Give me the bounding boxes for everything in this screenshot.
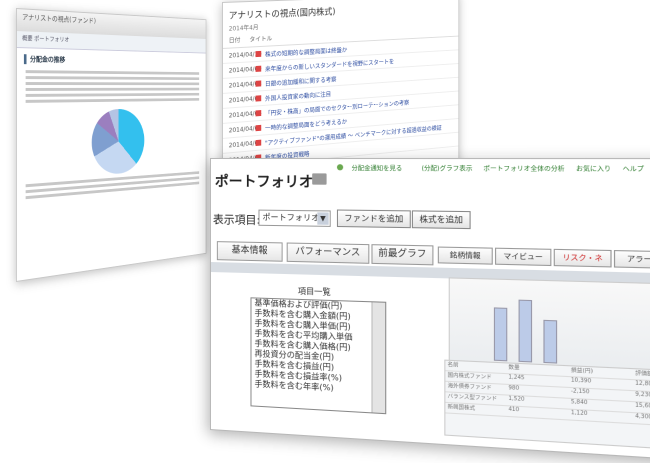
pin-icon [336, 164, 344, 171]
cell: 410 [508, 406, 520, 414]
chevron-down-icon[interactable]: ▼ [317, 212, 329, 225]
pdf-icon [255, 110, 262, 117]
tab-stock-info[interactable]: 銘柄情報 [437, 246, 493, 265]
folder-icon [312, 173, 327, 185]
section-heading: 分配金の推移 [23, 54, 201, 68]
header-date: 日付 [228, 37, 241, 45]
select-value: ポートフォリオ1 [262, 212, 325, 223]
link-help[interactable]: ヘルプ [623, 166, 644, 174]
tab-risk[interactable]: リスク・ネ [553, 248, 612, 268]
cell: 新興国株式 [447, 404, 476, 412]
text-line [25, 82, 200, 86]
tab-graph[interactable]: 前最グラフ [371, 244, 434, 266]
link-favorites[interactable]: お気に入り [576, 166, 611, 174]
chart-bar [493, 307, 508, 362]
row-date: 2014/04/03 [228, 124, 262, 134]
row-date: 2014/04/09 [228, 65, 262, 75]
text-line [25, 92, 200, 97]
pdf-icon [255, 124, 262, 132]
holdings-table: 名前 数量 損益(円) 評価額 国内株式ファンド 1,245 10,390 12… [444, 359, 650, 452]
chart-bar [518, 299, 533, 363]
text-line [25, 87, 200, 91]
tab-basic[interactable]: 基本情報 [216, 241, 283, 262]
text-line [25, 70, 200, 75]
portfolio-window: 分配金通知を見る (分配)グラフ表示 ポートフォリオ全体の分析 お気に入り ヘル… [210, 158, 650, 463]
row-date: 2014/04/08 [228, 79, 262, 90]
cell: 1,120 [570, 409, 588, 418]
allocation-pie-chart [91, 108, 145, 176]
pdf-icon [255, 80, 262, 87]
link-dividend[interactable]: 分配金通知を見る [336, 164, 411, 173]
row-date: 2014/04/04 [228, 109, 262, 119]
add-fund-button[interactable]: ファンドを追加 [336, 209, 411, 229]
fund-report-window: アナリストの視点(ファンド) 概要 ポートフォリオ 分配金の推移 [16, 8, 207, 282]
row-date: 2014/04/07 [228, 94, 262, 105]
tab-myview[interactable]: マイビュー [495, 247, 552, 267]
display-label: 表示項目: [212, 213, 261, 227]
pdf-icon [255, 95, 262, 102]
text-line [25, 76, 200, 80]
row-link[interactable]: 日銀の追加緩和に関する考察 [265, 74, 336, 88]
pdf-icon [255, 50, 262, 58]
link-analysis[interactable]: ポートフォリオ全体の分析 [483, 165, 564, 173]
scrollbar[interactable] [371, 302, 386, 414]
row-link[interactable]: 外国人投資家の動向に注目 [265, 89, 331, 103]
pdf-icon [255, 139, 262, 147]
chart-bar [543, 319, 558, 364]
tab-alert[interactable]: アラート [613, 250, 650, 269]
top-links: 分配金通知を見る (分配)グラフ表示 ポートフォリオ全体の分析 お気に入り ヘル… [336, 163, 650, 174]
header-title: タイトル [249, 35, 273, 44]
portfolio-select[interactable]: ポートフォリオ1 ▼ [258, 209, 331, 227]
add-stock-button[interactable]: 株式を追加 [411, 210, 471, 230]
row-date: 2014/04/02 [228, 139, 262, 149]
tab-performance[interactable]: パフォーマンス [286, 242, 370, 264]
row-date: 2014/04/10 [228, 50, 262, 60]
cell: 4,300 [635, 413, 650, 421]
item-listbox[interactable]: 基準価格および評価(円) 手数料を含む購入金額(円) 手数料を含む購入単価(円)… [250, 297, 387, 415]
text-line [25, 98, 200, 103]
row-link[interactable]: 株式の短期的な調整局面は終盤か [265, 45, 347, 58]
link-graph[interactable]: (分配)グラフ表示 [421, 165, 472, 173]
pdf-icon [255, 65, 262, 72]
page-title: ポートフォリオ [214, 174, 314, 191]
